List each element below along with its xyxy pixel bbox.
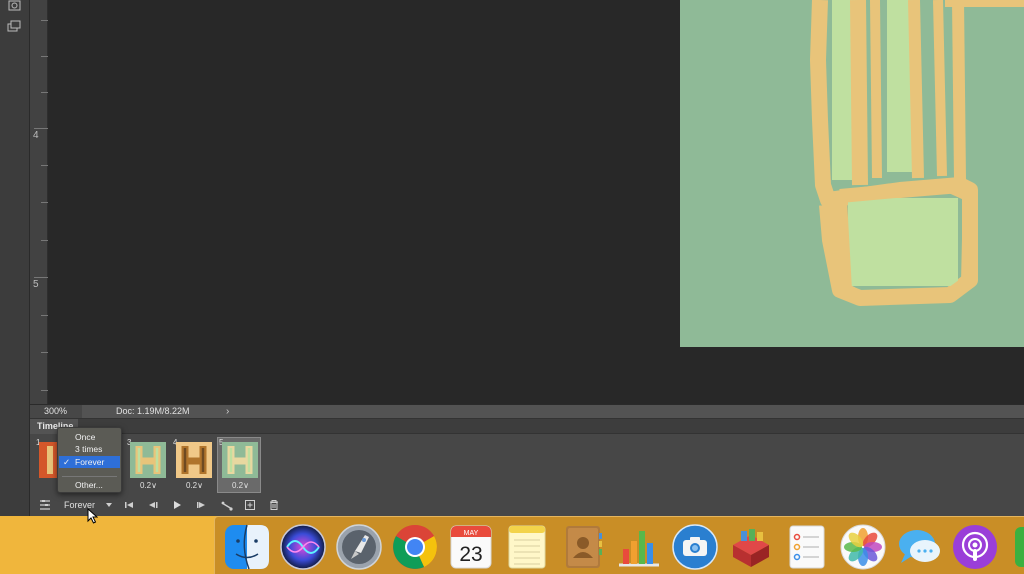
delete-frame-icon[interactable] [267,498,281,512]
messages-icon[interactable] [895,523,943,571]
ruler-mark-4: 4 [33,130,39,141]
screen: 4 5 300% Doc: 1.19M/8.22M › Timeline 1 3… [0,0,1024,574]
partial-app-icon[interactable] [1011,523,1024,571]
chevron-down-icon[interactable] [106,503,112,507]
convert-timeline-icon[interactable] [38,498,52,512]
loop-option-other[interactable]: Other... [59,479,120,491]
finder-icon[interactable] [223,523,271,571]
tween-icon[interactable] [220,498,234,512]
previous-frame-icon[interactable] [146,498,160,512]
duplicate-frame-icon[interactable] [243,498,257,512]
notes-icon[interactable] [503,523,551,571]
toolbox-icon[interactable] [727,523,775,571]
next-frame-icon[interactable] [194,498,208,512]
loop-option-forever[interactable]: ✓ Forever [59,456,120,468]
first-frame-icon[interactable] [122,498,136,512]
screen-mode-icon[interactable] [7,20,23,33]
document-canvas[interactable] [680,0,1024,347]
frame-delay[interactable]: 0.2∨ [186,481,203,490]
timeline-frame-3[interactable]: 3 0.2∨ [126,438,168,492]
document-size-info: Doc: 1.19M/8.22M [116,406,190,416]
canvas-workspace[interactable] [48,0,1024,404]
menu-separator [62,476,117,477]
launchpad-icon[interactable] [335,523,383,571]
frame-delay[interactable]: 0.2∨ [140,481,157,490]
macos-dock: MAY 23 [214,516,1024,574]
loop-option-once[interactable]: Once [59,431,120,443]
status-bar: 300% Doc: 1.19M/8.22M › [30,404,1024,418]
frame-thumbnail [222,442,258,478]
frame-delay[interactable]: 0.2∨ [232,481,249,490]
timeline-header [78,419,1024,434]
zoom-level-field[interactable]: 300% [30,405,82,418]
mouse-cursor-icon [87,507,99,524]
reminders-icon[interactable] [783,523,831,571]
podcasts-icon[interactable] [951,523,999,571]
contacts-icon[interactable] [559,523,607,571]
chrome-icon[interactable] [391,523,439,571]
calendar-month: MAY [464,530,479,537]
ruler-mark-5: 5 [33,279,39,290]
play-icon[interactable] [170,498,184,512]
photos-icon[interactable] [839,523,887,571]
quick-mask-icon[interactable] [7,0,23,13]
calendar-icon[interactable]: MAY 23 [447,523,495,571]
numbers-icon[interactable] [615,523,663,571]
checkmark-icon: ✓ [63,457,71,467]
tools-panel [0,0,30,516]
timeline-frame-4[interactable]: 4 0.2∨ [172,438,214,492]
status-menu-arrow[interactable]: › [226,405,229,418]
calendar-day: 23 [459,543,482,566]
screenshot-icon[interactable] [671,523,719,571]
frame-thumbnail [130,442,166,478]
loop-option-3-times[interactable]: 3 times [59,443,120,455]
frame-thumbnail [176,442,212,478]
timeline-frame-5[interactable]: 5 0.2∨ [217,437,261,493]
loop-options-menu: Once 3 times ✓ Forever Other... [57,427,122,493]
siri-icon[interactable] [279,523,327,571]
vertical-ruler: 4 5 [30,0,48,404]
timeline-controls: Forever [30,494,288,516]
